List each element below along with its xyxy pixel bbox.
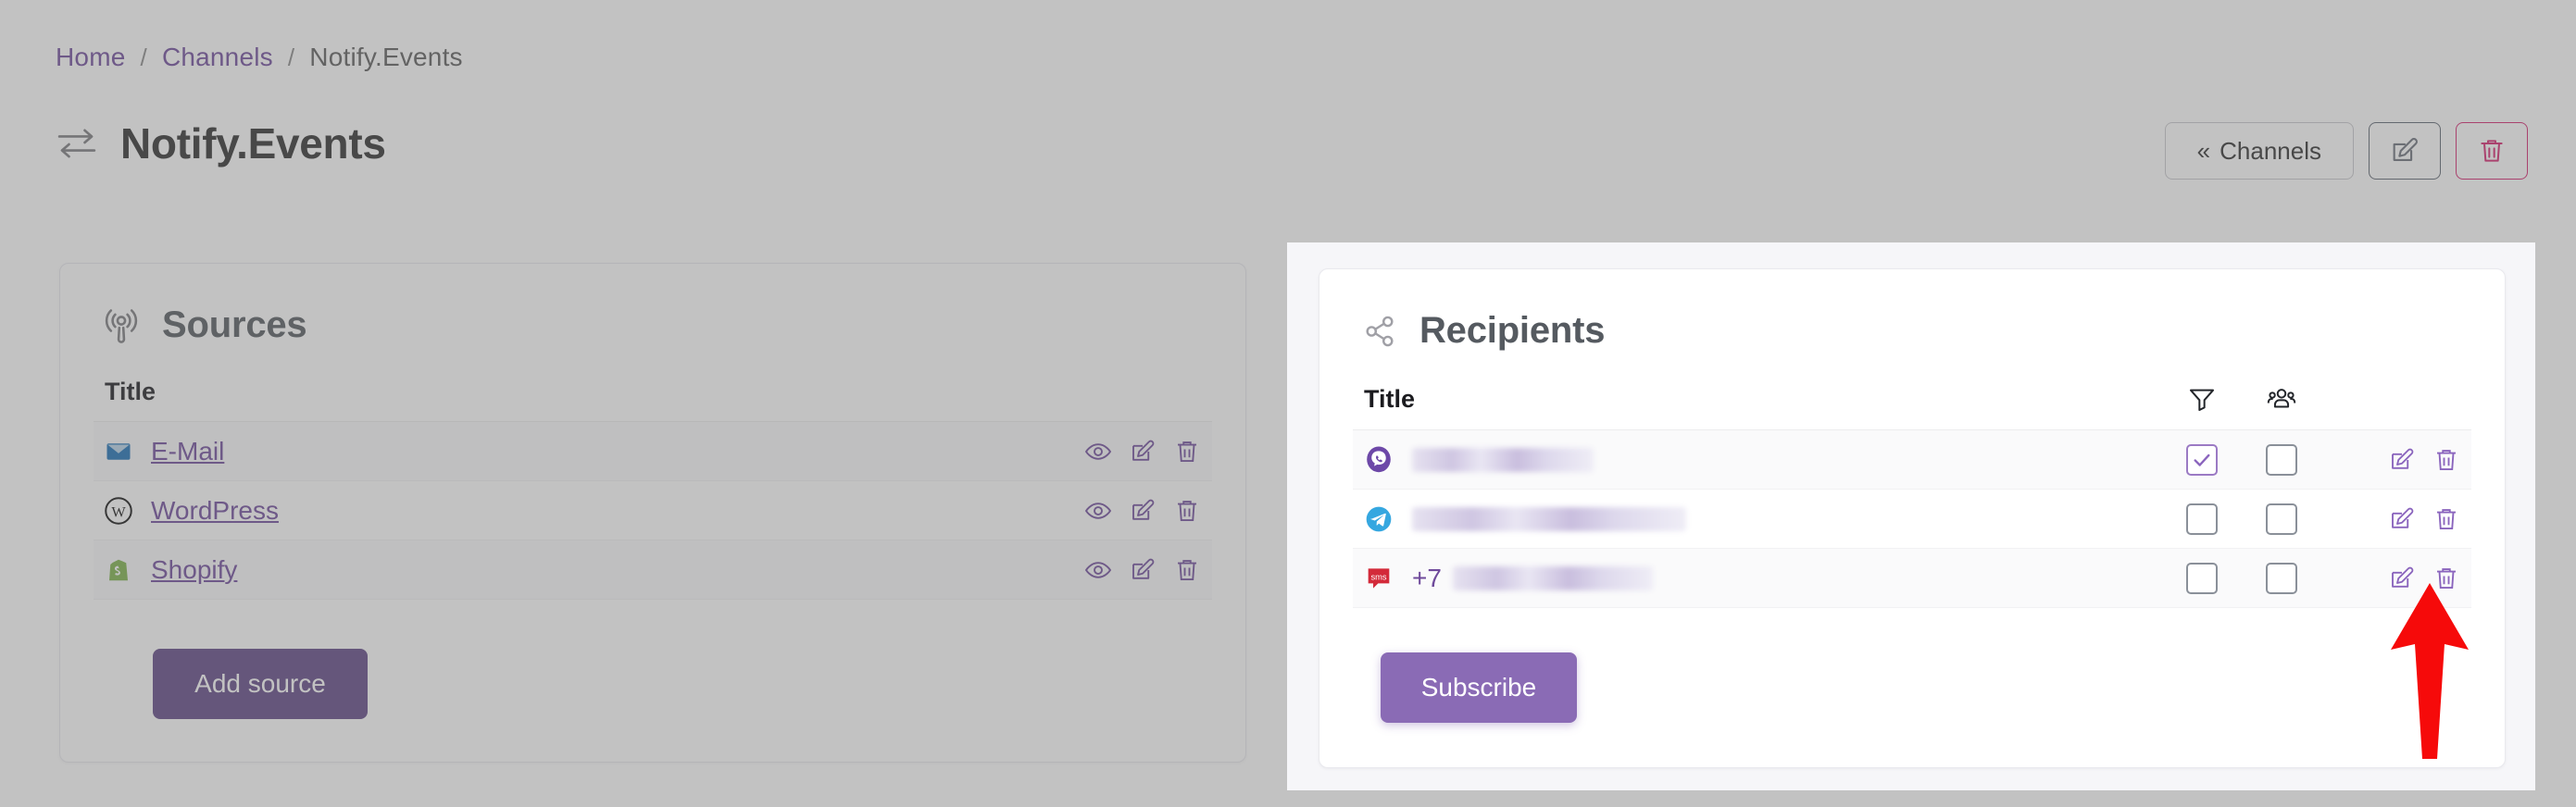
edit-pencil-icon[interactable] xyxy=(1129,497,1157,525)
source-label[interactable]: WordPress xyxy=(151,496,279,526)
trash-icon xyxy=(2477,136,2507,166)
email-envelope-icon xyxy=(105,438,132,466)
edit-pencil-icon[interactable] xyxy=(2388,446,2416,474)
page-title: Notify.Events xyxy=(120,119,386,168)
exchange-arrows-icon xyxy=(56,128,98,159)
recipient-row-actions xyxy=(2321,505,2460,533)
sources-panel: Sources Title E-Mail W WordPress Shopify… xyxy=(59,263,1246,763)
subscribe-button[interactable]: Subscribe xyxy=(1381,652,1577,723)
trash-icon[interactable] xyxy=(2432,505,2460,533)
edit-pencil-icon[interactable] xyxy=(2388,505,2416,533)
viber-icon xyxy=(1364,445,1394,475)
trash-icon[interactable] xyxy=(2432,446,2460,474)
recipient-row-title xyxy=(1364,445,2162,475)
recipient-filter-checkbox[interactable] xyxy=(2186,503,2218,535)
edit-pencil-icon[interactable] xyxy=(1129,438,1157,466)
svg-text:sms: sms xyxy=(1370,572,1386,581)
page-header: Notify.Events xyxy=(56,118,386,168)
recipient-label-redacted xyxy=(1412,447,1594,472)
breadcrumb-separator: / xyxy=(287,43,295,71)
recipient-filter-checkbox[interactable] xyxy=(2186,562,2218,594)
recipient-group-checkbox[interactable] xyxy=(2266,443,2297,476)
table-row[interactable] xyxy=(1353,490,2471,549)
sources-table-header: Title xyxy=(94,378,1212,422)
recipient-label-redacted xyxy=(1452,565,1653,590)
recipients-title: Recipients xyxy=(1419,310,1606,351)
breadcrumb-item-channels[interactable]: Channels xyxy=(162,43,273,72)
edit-pencil-icon[interactable] xyxy=(1129,556,1157,584)
trash-icon[interactable] xyxy=(1173,556,1201,584)
trash-icon[interactable] xyxy=(1173,497,1201,525)
recipients-panel: Recipients Title sms +7 Subscribe xyxy=(1319,268,2506,768)
recipient-group-checkbox[interactable] xyxy=(2266,562,2297,594)
recipient-label-redacted xyxy=(1412,506,1686,531)
eye-icon[interactable] xyxy=(1084,438,1112,466)
eye-icon[interactable] xyxy=(1084,497,1112,525)
recipient-phone-prefix: +7 xyxy=(1412,563,1442,592)
breadcrumb-item-current: Notify.Events xyxy=(309,43,463,71)
recipient-row-title: sms +7 xyxy=(1364,564,2162,593)
table-row[interactable]: E-Mail xyxy=(94,422,1212,481)
page-root: Home / Channels / Notify.Events Notify.E… xyxy=(0,0,2576,807)
recipient-group-checkbox-cell xyxy=(2242,503,2321,535)
source-label[interactable]: Shopify xyxy=(151,555,237,585)
recipients-column-title: Title xyxy=(1364,384,1416,413)
recipient-filter-checkbox-cell xyxy=(2162,562,2242,594)
delete-channel-button[interactable] xyxy=(2456,122,2528,180)
sources-column-title: Title xyxy=(105,378,156,405)
source-row-actions xyxy=(1084,556,1201,584)
sources-table: Title E-Mail W WordPress Shopify xyxy=(60,378,1245,600)
add-source-button[interactable]: Add source xyxy=(153,649,368,719)
breadcrumb-separator: / xyxy=(140,43,147,71)
source-row-actions xyxy=(1084,497,1201,525)
table-row[interactable]: Shopify xyxy=(94,540,1212,600)
trash-icon[interactable] xyxy=(1173,438,1201,466)
sms-icon: sms xyxy=(1364,564,1394,593)
recipient-row-actions xyxy=(2321,446,2460,474)
filter-funnel-icon[interactable] xyxy=(2162,384,2242,414)
source-row-title: W WordPress xyxy=(105,496,1084,526)
share-nodes-icon xyxy=(1360,312,1399,351)
recipient-group-checkbox[interactable] xyxy=(2266,503,2297,535)
breadcrumb-item-home[interactable]: Home xyxy=(56,43,126,72)
people-group-icon[interactable] xyxy=(2242,383,2321,415)
breadcrumb: Home / Channels / Notify.Events xyxy=(56,43,463,72)
recipients-table-header: Title xyxy=(1353,383,2471,430)
table-row[interactable]: sms +7 xyxy=(1353,549,2471,608)
edit-pencil-icon xyxy=(2389,135,2420,167)
recipient-filter-checkbox[interactable] xyxy=(2186,443,2218,476)
eye-icon[interactable] xyxy=(1084,556,1112,584)
back-to-channels-label: Channels xyxy=(2220,136,2321,165)
source-row-title: Shopify xyxy=(105,555,1084,585)
shopify-icon xyxy=(105,556,132,584)
sources-title: Sources xyxy=(162,304,307,345)
header-actions: « Channels xyxy=(2164,122,2528,180)
source-row-actions xyxy=(1084,438,1201,466)
recipients-header: Recipients xyxy=(1319,269,2505,352)
red-up-arrow-icon xyxy=(2387,583,2472,759)
recipients-highlight-region: Recipients Title sms +7 Subscribe xyxy=(1287,242,2535,790)
sources-header: Sources xyxy=(60,264,1245,346)
table-row[interactable] xyxy=(1353,430,2471,490)
recipient-filter-checkbox-cell xyxy=(2162,503,2242,535)
recipient-group-checkbox-cell xyxy=(2242,443,2321,476)
table-row[interactable]: W WordPress xyxy=(94,481,1212,540)
svg-text:W: W xyxy=(111,503,126,520)
edit-channel-button[interactable] xyxy=(2369,122,2441,180)
broadcast-icon xyxy=(101,305,142,346)
recipient-filter-checkbox-cell xyxy=(2162,443,2242,476)
telegram-icon xyxy=(1364,504,1394,534)
back-to-channels-button[interactable]: « Channels xyxy=(2164,122,2354,180)
source-row-title: E-Mail xyxy=(105,437,1084,466)
double-chevron-left-icon: « xyxy=(2196,136,2211,165)
source-label[interactable]: E-Mail xyxy=(151,437,224,466)
recipient-row-title xyxy=(1364,504,2162,534)
recipient-group-checkbox-cell xyxy=(2242,562,2321,594)
recipients-table: Title sms +7 xyxy=(1319,383,2505,608)
wordpress-icon: W xyxy=(105,496,132,525)
